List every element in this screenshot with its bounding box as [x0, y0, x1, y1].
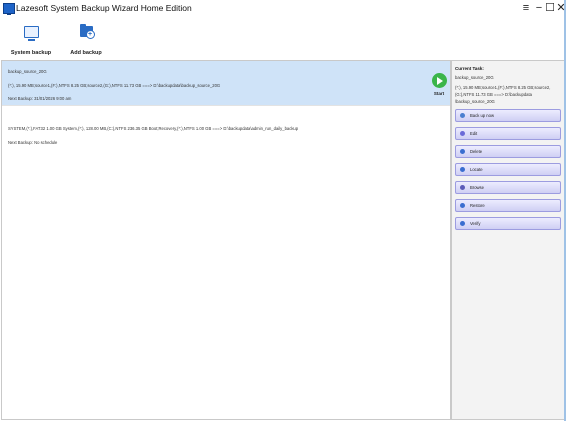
delete-button[interactable]: Delete: [455, 145, 561, 158]
locate-label: Locate: [470, 167, 483, 172]
locate-button[interactable]: Locate: [455, 163, 561, 176]
task-details: SYSTEM,(*:),FAT32 1.00 GB System,(*:), 1…: [8, 126, 299, 131]
back-up-now-button[interactable]: Back up now: [455, 109, 561, 122]
back-up-now-label: Back up now: [470, 113, 494, 118]
current-task-panel: Current Task: backup_source_20G (*:), 15…: [451, 60, 565, 420]
current-task-detail-1: (*:), 15.90 MB;source1,(F:),NTFS 8.25 GB…: [455, 85, 551, 90]
restore-label: Restore: [470, 203, 485, 208]
system-backup-button[interactable]: System backup: [6, 26, 56, 56]
monitor-icon: [23, 26, 39, 41]
hamburger-menu-icon[interactable]: ≡: [520, 1, 532, 15]
backup-task-list[interactable]: backup_source_20G (*:), 15.90 MB;source1…: [1, 60, 451, 420]
current-task-heading: Current Task:: [455, 66, 484, 71]
add-folder-icon: [79, 24, 95, 39]
task-row[interactable]: SYSTEM,(*:),FAT32 1.00 GB System,(*:), 1…: [2, 105, 450, 166]
restore-button[interactable]: Restore: [455, 199, 561, 212]
browse-button[interactable]: Browse: [455, 181, 561, 194]
current-task-detail-3: \backup_source_20G: [455, 99, 495, 104]
task-next-backup: Next Backup: 31/01/2026 9:00 am: [8, 96, 72, 101]
delete-label: Delete: [470, 149, 483, 154]
verify-label: Verify: [470, 221, 481, 226]
edit-label: Edit: [470, 131, 478, 136]
edit-icon: [460, 131, 465, 136]
title-bar: Lazesoft System Backup Wizard Home Editi…: [0, 0, 566, 18]
browse-icon: [460, 185, 465, 190]
current-task-detail-2: (G:),NTFS 11.73 GB ===> D:\backupdata: [455, 92, 532, 97]
play-icon: [431, 73, 447, 88]
add-backup-button[interactable]: Add backup: [61, 24, 111, 56]
browse-label: Browse: [470, 185, 484, 190]
task-name: backup_source_20G: [8, 69, 47, 74]
task-next-backup: Next Backup: No schedule: [8, 140, 58, 145]
delete-icon: [460, 149, 465, 154]
toolbar: System backup Add backup: [0, 18, 566, 58]
start-label: Start: [433, 91, 445, 96]
locate-icon: [460, 167, 465, 172]
backup-now-icon: [460, 113, 465, 118]
task-details: (*:), 15.90 MB;source1,(F:),NTFS 8.25 GB…: [8, 83, 221, 88]
verify-button[interactable]: Verify: [455, 217, 561, 230]
start-button[interactable]: Start: [429, 73, 449, 96]
window-title: Lazesoft System Backup Wizard Home Editi…: [16, 3, 192, 13]
restore-icon: [460, 203, 465, 208]
task-row-selected[interactable]: backup_source_20G (*:), 15.90 MB;source1…: [2, 61, 450, 105]
current-task-name: backup_source_20G: [455, 75, 494, 80]
app-logo-icon: [3, 3, 15, 15]
verify-icon: [460, 221, 465, 226]
add-backup-label: Add backup: [70, 50, 102, 56]
edit-button[interactable]: Edit: [455, 127, 561, 140]
system-backup-label: System backup: [10, 50, 52, 56]
